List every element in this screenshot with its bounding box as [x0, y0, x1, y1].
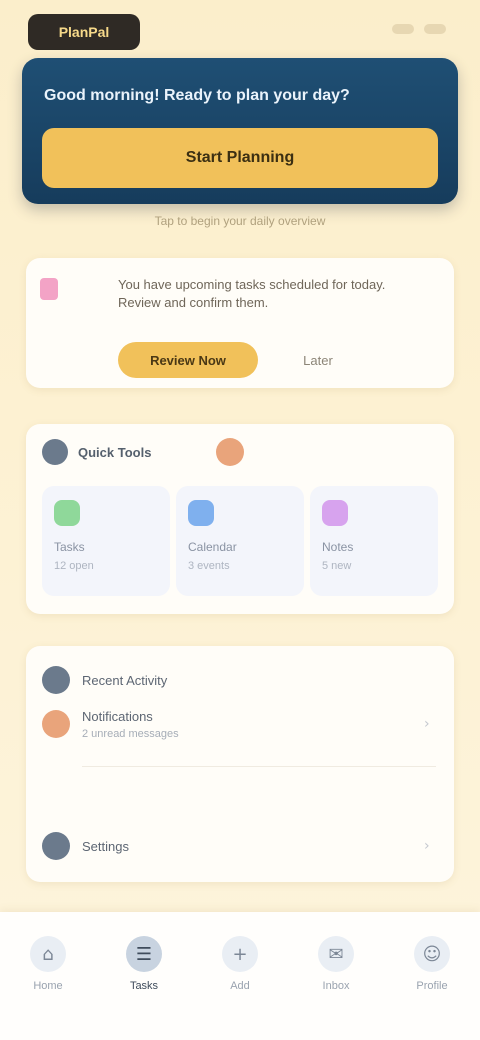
review-now-button[interactable]: Review Now	[118, 342, 258, 378]
hero-title: Good morning! Ready to plan your day?	[44, 87, 350, 104]
menu-icon[interactable]	[424, 24, 446, 34]
badge-icon[interactable]	[216, 438, 244, 466]
hero-card: Good morning! Ready to plan your day? St…	[22, 58, 458, 204]
notification-icon[interactable]	[392, 24, 414, 34]
plus-icon: +	[222, 936, 258, 972]
list-item-sub: 2 unread messages	[82, 727, 179, 740]
chevron-right-icon: ›	[424, 838, 430, 854]
hero-caption: Tap to begin your daily overview	[154, 214, 326, 228]
list-item-recent-activity[interactable]: Recent Activity	[42, 660, 438, 700]
home-icon: ⌂	[30, 936, 66, 972]
quick-tools-card: Quick Tools Tasks 12 open Calendar 3 eve…	[26, 424, 454, 614]
bottom-nav: ⌂ Home ☰ Tasks + Add ✉ Inbox ☺ Profile	[0, 912, 480, 1040]
list-item-notifications[interactable]: Notifications 2 unread messages ›	[42, 704, 438, 744]
note-icon	[322, 500, 348, 526]
nav-item-home[interactable]: ⌂ Home	[8, 936, 88, 992]
activity-icon	[42, 666, 70, 694]
start-planning-button[interactable]: Start Planning	[42, 128, 438, 188]
check-icon	[54, 500, 80, 526]
list-item-label: Recent Activity	[82, 672, 168, 688]
list-item-label: Settings	[82, 838, 129, 854]
quick-tools-title: Quick Tools	[78, 444, 152, 460]
nav-item-profile[interactable]: ☺ Profile	[392, 936, 472, 992]
alert-icon	[42, 710, 70, 738]
nav-item-inbox[interactable]: ✉ Inbox	[296, 936, 376, 992]
user-icon: ☺	[414, 936, 450, 972]
list-card: Recent Activity Notifications 2 unread m…	[26, 646, 454, 882]
nav-label: Inbox	[322, 980, 350, 992]
brand-logo[interactable]: PlanPal	[28, 14, 140, 50]
tools-icon	[42, 439, 68, 465]
top-bar: PlanPal	[0, 0, 480, 56]
list-item-title: Notifications	[82, 708, 153, 724]
nav-label: Profile	[416, 980, 448, 992]
top-actions	[392, 24, 446, 34]
nav-item-tasks[interactable]: ☰ Tasks	[104, 936, 184, 992]
reminder-card: You have upcoming tasks scheduled for to…	[26, 258, 454, 388]
list-item-settings[interactable]: Settings ›	[42, 826, 438, 866]
chevron-right-icon: ›	[424, 716, 430, 732]
tool-label: Calendar	[188, 540, 237, 554]
tool-tile-notes[interactable]: Notes 5 new	[310, 486, 438, 596]
nav-label: Home	[33, 980, 63, 992]
list-icon: ☰	[126, 936, 162, 972]
reminder-text: You have upcoming tasks scheduled for to…	[118, 277, 386, 310]
quick-tools-header: Quick Tools	[42, 438, 151, 466]
tool-sub: 3 events	[188, 560, 230, 572]
list-item-label: Notifications 2 unread messages	[82, 709, 412, 740]
nav-label: Add	[230, 980, 250, 992]
later-button[interactable]: Later	[280, 348, 356, 372]
tool-tile-tasks[interactable]: Tasks 12 open	[42, 486, 170, 596]
nav-item-add[interactable]: + Add	[200, 936, 280, 992]
tool-label: Notes	[322, 540, 354, 554]
tool-sub: 5 new	[322, 560, 352, 572]
tool-label: Tasks	[54, 540, 85, 554]
tool-sub: 12 open	[54, 560, 94, 572]
divider	[82, 766, 436, 767]
tool-tile-calendar[interactable]: Calendar 3 events	[176, 486, 304, 596]
nav-label: Tasks	[129, 980, 159, 992]
gear-icon	[42, 832, 70, 860]
bell-icon	[40, 278, 58, 300]
inbox-icon: ✉	[318, 936, 354, 972]
calendar-icon	[188, 500, 214, 526]
